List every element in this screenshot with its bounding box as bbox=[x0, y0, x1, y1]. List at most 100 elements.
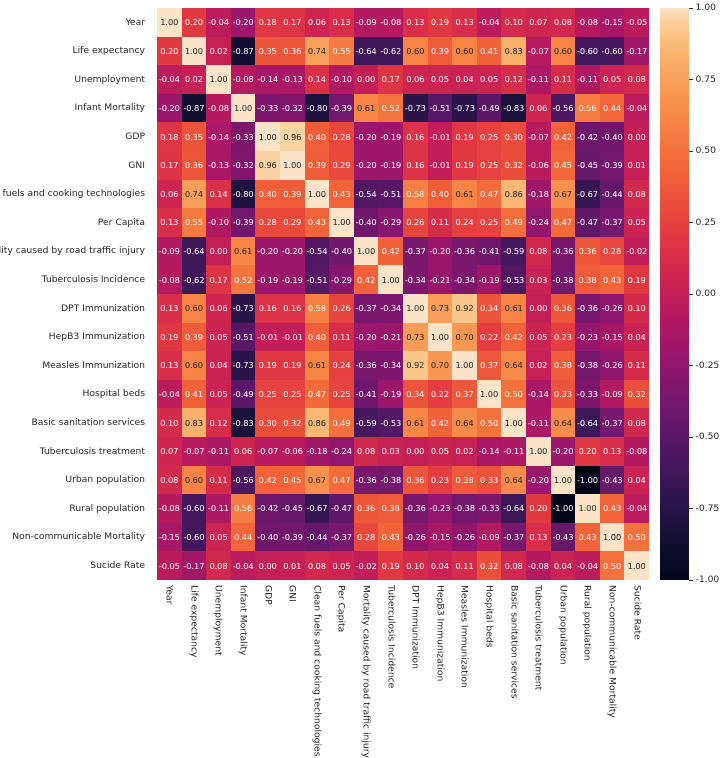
y-tick-label: Non-communicable Mortality bbox=[12, 531, 145, 543]
heatmap-cell: -0.33 bbox=[476, 494, 502, 523]
heatmap-cell: 0.50 bbox=[624, 522, 649, 552]
heatmap-cell: -0.08 bbox=[526, 551, 551, 580]
heatmap-cell: -0.49 bbox=[476, 93, 502, 123]
heatmap-cell: -0.60 bbox=[181, 522, 207, 552]
heatmap-cell: 0.13 bbox=[329, 8, 354, 37]
x-tick-label: Unemployment bbox=[206, 580, 231, 737]
heatmap-cell: -0.11 bbox=[206, 437, 231, 466]
x-tick-label-text: Tuberculosis Incidence bbox=[385, 585, 397, 689]
colorbar-tick-text: -0.75 bbox=[695, 502, 720, 514]
heatmap-cell: -1.00 bbox=[550, 494, 576, 523]
heatmap-cell: 0.05 bbox=[526, 322, 551, 352]
heatmap-cell: -0.14 bbox=[476, 437, 502, 466]
heatmap-cell: 0.20 bbox=[526, 494, 551, 523]
heatmap-cell: -0.11 bbox=[526, 408, 551, 437]
heatmap-cell: -0.19 bbox=[378, 122, 403, 151]
heatmap-cell: 0.18 bbox=[255, 8, 280, 37]
colorbar-tick-text: 1.00 bbox=[695, 2, 716, 14]
heatmap-cell: 0.47 bbox=[550, 208, 576, 237]
heatmap-cell: 0.42 bbox=[427, 408, 453, 437]
heatmap-cell: -0.20 bbox=[230, 8, 256, 37]
heatmap-cell: -0.15 bbox=[427, 522, 453, 552]
heatmap-cell: -0.19 bbox=[378, 379, 403, 409]
heatmap-cell: -0.42 bbox=[575, 122, 600, 151]
heatmap-cell: 1.00 bbox=[255, 122, 280, 151]
heatmap-cell: 0.11 bbox=[427, 208, 453, 237]
heatmap-cell: 0.05 bbox=[329, 551, 354, 580]
heatmap-cell: 0.19 bbox=[452, 122, 477, 151]
heatmap-cell: -1.00 bbox=[575, 465, 600, 495]
heatmap-cell: 0.50 bbox=[476, 408, 502, 437]
heatmap-cell: 0.08 bbox=[526, 236, 551, 266]
heatmap-cell: 0.29 bbox=[280, 208, 305, 237]
heatmap-cell: 1.00 bbox=[501, 408, 526, 437]
heatmap-cell: -0.01 bbox=[427, 122, 453, 151]
heatmap-cell: 0.36 bbox=[403, 465, 428, 495]
heatmap-cell: -0.37 bbox=[599, 408, 625, 437]
heatmap-cell: -0.14 bbox=[206, 122, 231, 151]
heatmap-cell: -0.04 bbox=[624, 494, 649, 523]
heatmap-cell: 0.74 bbox=[304, 36, 330, 66]
heatmap-cell: -0.11 bbox=[575, 65, 600, 94]
heatmap-cell: -0.04 bbox=[230, 551, 256, 580]
heatmap-cell: 0.08 bbox=[624, 65, 649, 94]
heatmap-cell: -0.08 bbox=[378, 8, 403, 37]
x-tick-label: Life expectancy bbox=[182, 580, 207, 737]
heatmap-cell: 0.02 bbox=[181, 65, 207, 94]
heatmap-cell: 0.92 bbox=[452, 294, 477, 323]
heatmap-cell: -0.07 bbox=[181, 437, 207, 466]
heatmap-cell: -0.53 bbox=[378, 408, 403, 437]
heatmap-cell: -0.64 bbox=[575, 408, 600, 437]
colorbar-gradient bbox=[660, 8, 689, 580]
colorbar-tick-text: 0.25 bbox=[695, 216, 716, 228]
heatmap-cell: 0.44 bbox=[599, 93, 625, 123]
colorbar-tick-text: -1.00 bbox=[695, 574, 720, 586]
x-tick-label-text: Clean fuels and cooking technologies bbox=[311, 585, 323, 757]
colorbar: 1.00 0.75 0.50 0.25 0.00 -0.25 -0.50 -0.75 -1.00 bbox=[660, 3, 719, 585]
heatmap-cell: 0.12 bbox=[501, 65, 526, 94]
heatmap-cell: 0.17 bbox=[157, 151, 182, 180]
heatmap-cell: -0.09 bbox=[599, 379, 625, 409]
y-tick-label: Hospital beds bbox=[82, 388, 145, 400]
heatmap-cell: 0.00 bbox=[353, 65, 379, 94]
y-tick-label: Infant Mortality bbox=[74, 102, 145, 114]
heatmap-cell: 0.20 bbox=[575, 437, 600, 466]
heatmap-cell: -0.36 bbox=[575, 294, 600, 323]
heatmap-cell: -0.26 bbox=[599, 294, 625, 323]
heatmap-cell: 0.49 bbox=[329, 408, 354, 437]
heatmap-cell: 0.86 bbox=[501, 179, 526, 209]
heatmap-cell: 0.00 bbox=[255, 551, 280, 580]
heatmap-cell: 0.05 bbox=[427, 437, 453, 466]
heatmap-cell: 0.05 bbox=[206, 522, 231, 552]
heatmap-cell: -0.53 bbox=[501, 265, 526, 294]
heatmap-cell: -0.01 bbox=[427, 151, 453, 180]
heatmap-cell: -0.17 bbox=[624, 36, 649, 66]
heatmap-cell: 0.50 bbox=[501, 379, 526, 409]
heatmap-cell: 0.86 bbox=[304, 408, 330, 437]
heatmap-cell: 0.42 bbox=[378, 236, 403, 266]
heatmap-cell: -0.64 bbox=[181, 236, 207, 266]
heatmap-cell: 0.05 bbox=[599, 65, 625, 94]
heatmap-cell: 0.05 bbox=[206, 379, 231, 409]
x-tick-label-text: Rural population bbox=[582, 585, 594, 661]
heatmap-cell: 0.13 bbox=[157, 351, 182, 380]
heatmap-cell: 0.30 bbox=[255, 408, 280, 437]
heatmap-cell: 0.36 bbox=[181, 151, 207, 180]
heatmap-cell: -0.10 bbox=[329, 65, 354, 94]
colorbar-tick-labels: 1.00 0.75 0.50 0.25 0.00 -0.25 -0.50 -0.75 -1.00 bbox=[689, 3, 720, 585]
heatmap-cell: 1.00 bbox=[378, 265, 403, 294]
heatmap-cell: -0.80 bbox=[230, 179, 256, 209]
x-tick-label: Tuberculosis Incidence bbox=[378, 580, 403, 737]
heatmap-cell: 0.14 bbox=[206, 179, 231, 209]
heatmap-cell: 0.61 bbox=[230, 236, 256, 266]
heatmap-cell: -0.19 bbox=[378, 151, 403, 180]
heatmap-cell: -0.60 bbox=[599, 36, 625, 66]
heatmap-cell: -0.62 bbox=[181, 265, 207, 294]
heatmap-cell: 0.06 bbox=[157, 179, 182, 209]
heatmap-cell: -0.42 bbox=[255, 494, 280, 523]
heatmap-cell: 0.56 bbox=[575, 93, 600, 123]
heatmap-cell: 0.40 bbox=[304, 122, 330, 151]
heatmap-cell: 0.44 bbox=[230, 522, 256, 552]
heatmap-cell: -0.36 bbox=[353, 465, 379, 495]
x-tick-label-text: Life expectancy bbox=[188, 585, 200, 658]
